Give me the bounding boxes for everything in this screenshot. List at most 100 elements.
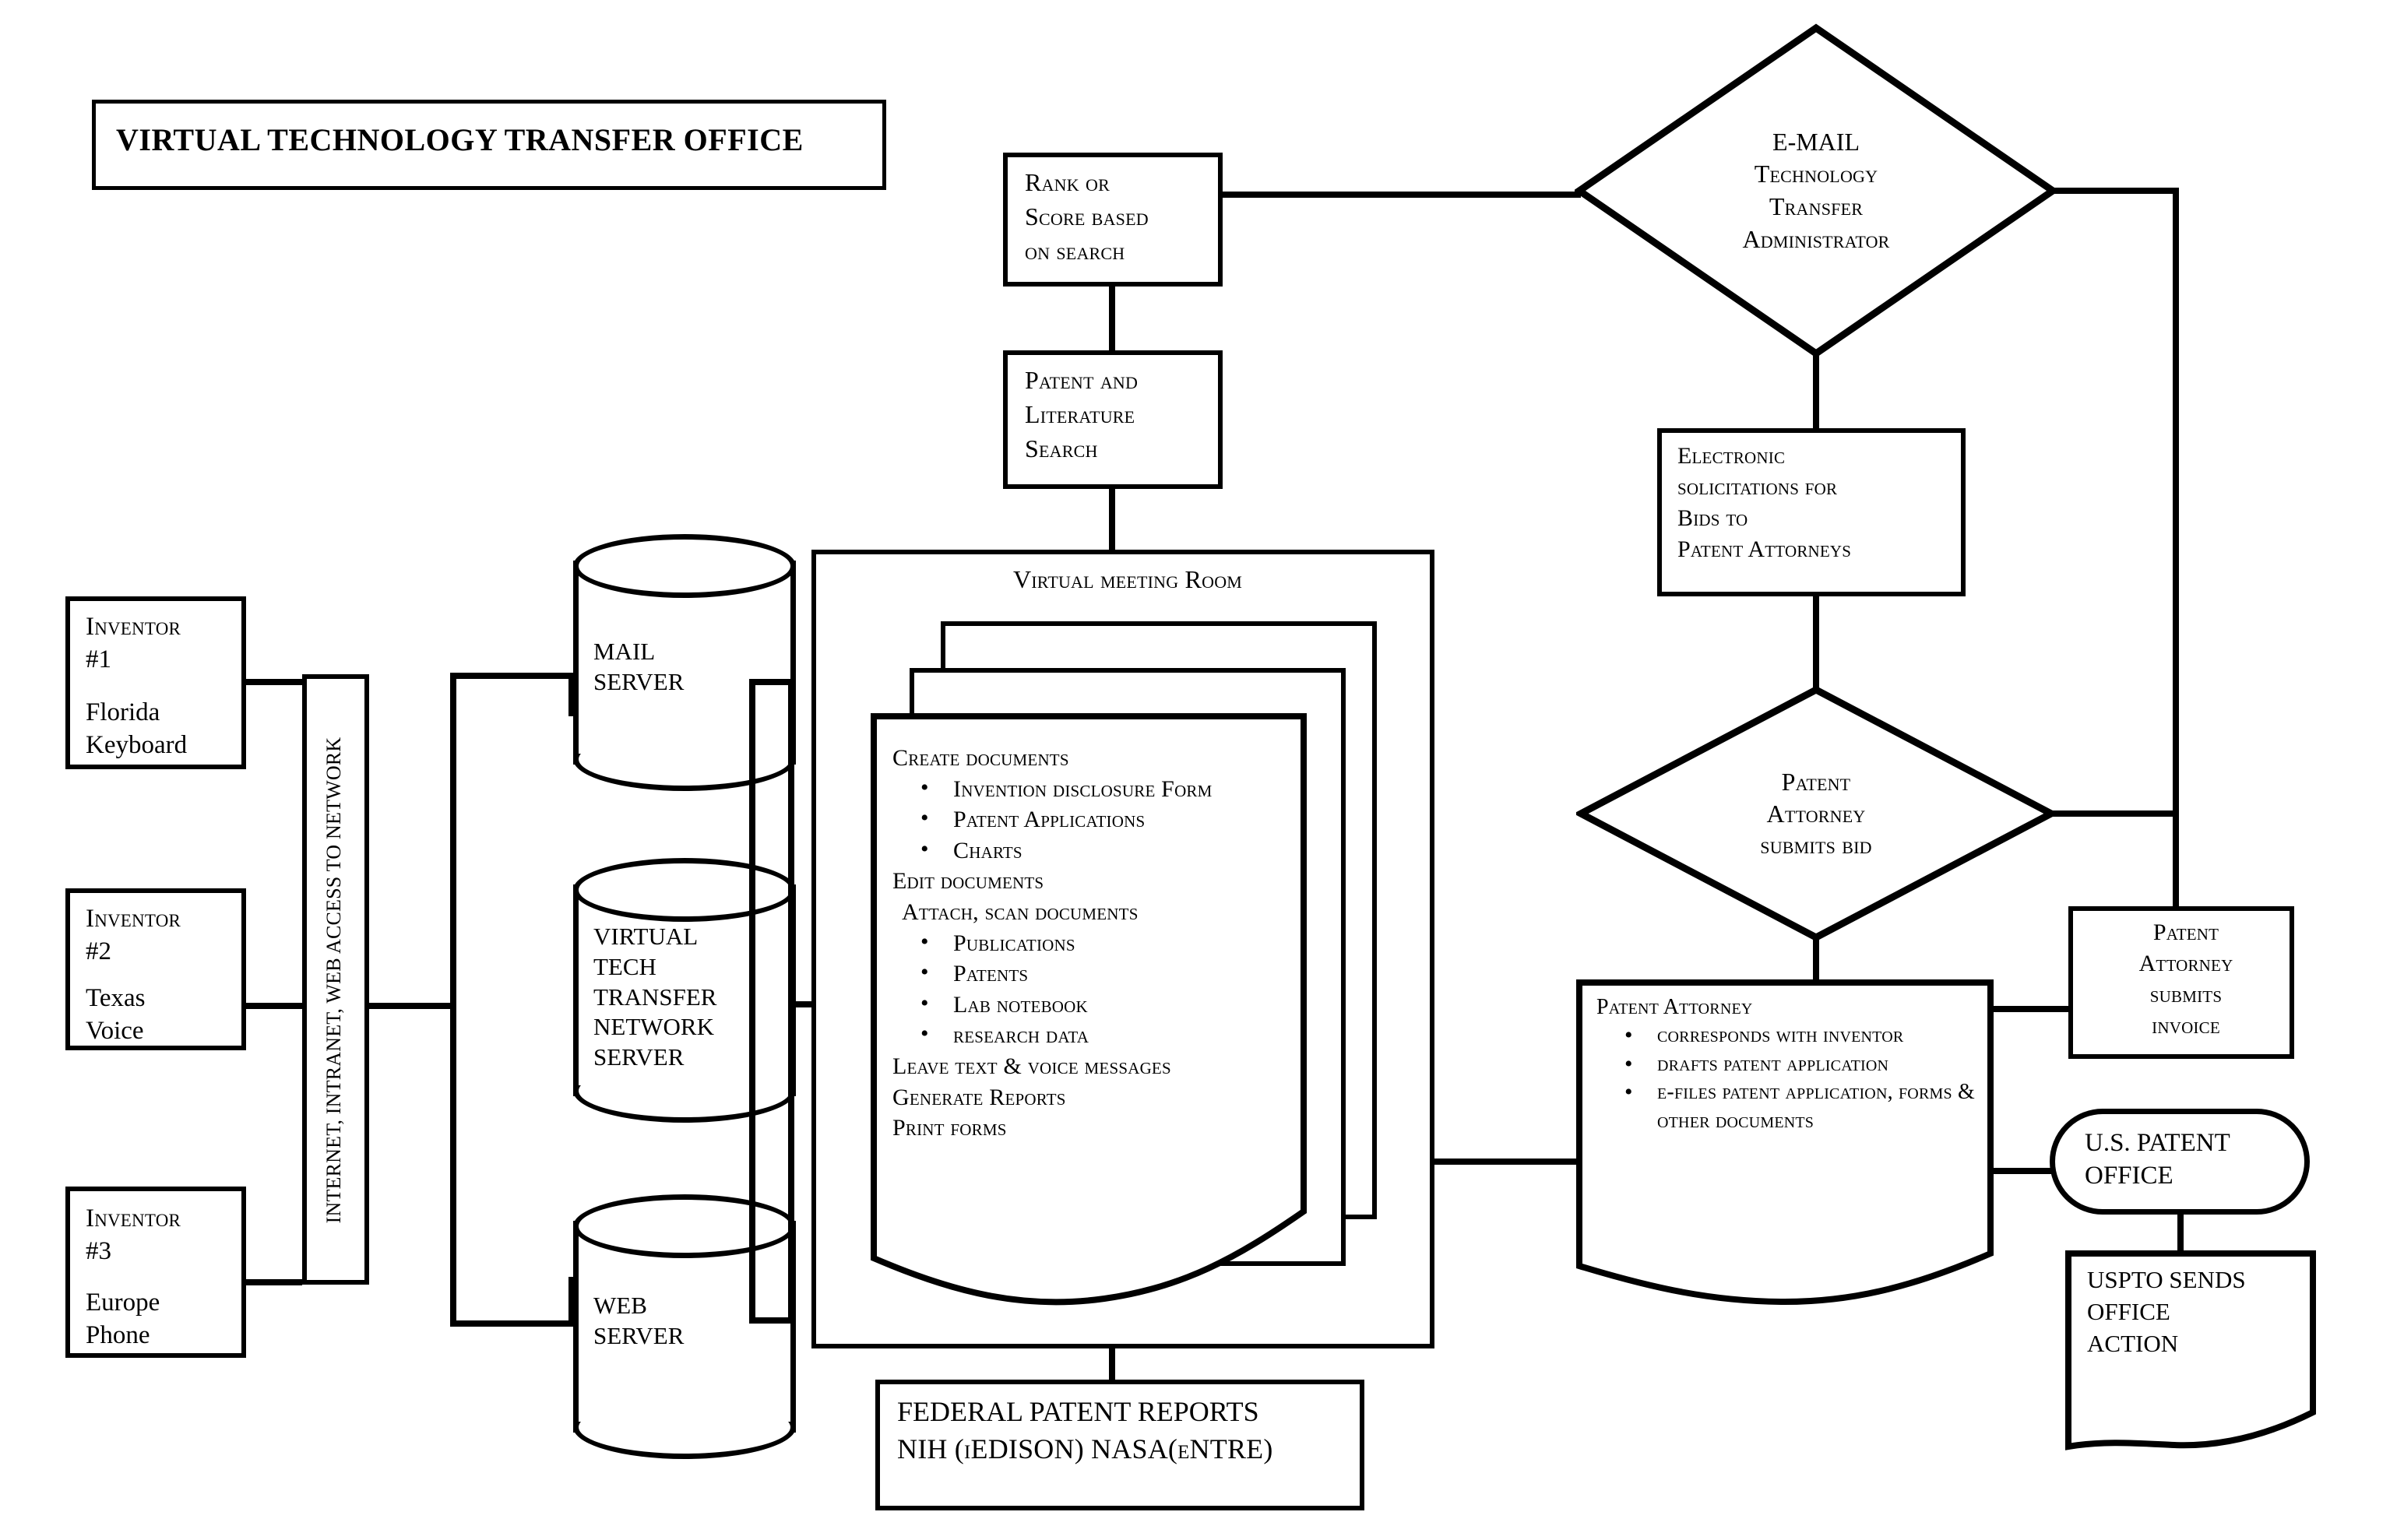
vtt-network-server-cylinder[interactable]: VIRTUAL TECH TRANSFER NETWORK SERVER: [573, 858, 796, 1123]
attorney-doc-list: corresponds with inventor drafts patent …: [1596, 1020, 1975, 1135]
invoice-line3: submits: [2149, 982, 2223, 1007]
email-line4: Administrator: [1742, 224, 1890, 253]
federal-patent-reports-box[interactable]: FEDERAL PATENT REPORTS NIH (iEDISON) NAS…: [875, 1380, 1364, 1510]
inventor-3-location: Europe: [86, 1289, 160, 1317]
diagram-title-box: VIRTUAL TECHNOLOGY TRANSFER OFFICE: [92, 100, 886, 190]
email-line2: Technology: [1754, 160, 1878, 188]
rank-line3: on search: [1025, 237, 1125, 265]
federal-reports-line2: NIH (iEDISON) NASA(eNTRE): [897, 1433, 1273, 1464]
search-line2: Literature: [1025, 400, 1135, 428]
bid-line3: submits bid: [1760, 831, 1872, 860]
uspto-action-line1: USPTO SENDS: [2087, 1266, 2246, 1293]
solicit-line3: Bids to: [1677, 505, 1748, 531]
network-access-bar: INTERNET, INTRANET, WEB ACCESS TO NETWOR…: [302, 674, 369, 1285]
inventor-1-number: #1: [86, 645, 111, 673]
meeting-room-document[interactable]: Create documents Invention disclosure Fo…: [871, 713, 1307, 1320]
server-bus-right-mail-drop: [788, 679, 794, 1004]
connector-solicitations-to-bid: [1813, 596, 1819, 691]
web-server-cylinder[interactable]: WEB SERVER: [573, 1194, 796, 1459]
attorney-invoice-box[interactable]: Patent Attorney submits invoice: [2068, 906, 2294, 1059]
list-item: Invention disclosure Form: [892, 772, 1297, 805]
uspto-action-line2: OFFICE: [2087, 1297, 2170, 1325]
email-diamond-label: E-MAIL Technology Transfer Administrator: [1575, 23, 2057, 358]
meeting-doc-heading-2: Edit documents: [892, 868, 1044, 895]
meeting-doc-create-list: Invention disclosure Form Patent Applica…: [892, 772, 1297, 867]
page-title: VIRTUAL TECHNOLOGY TRANSFER OFFICE: [116, 122, 804, 157]
server-bus-branch-mail: [450, 673, 575, 679]
inventor-3-device: Phone: [86, 1321, 150, 1349]
bid-line1: Patent: [1781, 767, 1851, 796]
web-server-label: WEB SERVER: [593, 1291, 684, 1352]
vtt-server-line5: SERVER: [593, 1043, 685, 1071]
meeting-doc-heading-1: Create documents: [892, 745, 1069, 771]
web-server-line2: SERVER: [593, 1321, 685, 1349]
vtt-server-line2: TECH: [593, 952, 656, 980]
invoice-line4: invoice: [2152, 1013, 2220, 1039]
list-item: e-files patent application, forms & othe…: [1596, 1077, 1975, 1135]
rank-line1: Rank or: [1025, 168, 1110, 196]
web-server-top: [573, 1194, 796, 1258]
inventor-3-number: #3: [86, 1237, 111, 1265]
server-bus-branch-web: [450, 1320, 575, 1327]
vtt-server-line3: TRANSFER: [593, 983, 717, 1011]
connector-inventor3-network: [246, 1279, 302, 1285]
inventor-3-name: Inventor: [86, 1204, 181, 1232]
email-admin-diamond[interactable]: E-MAIL Technology Transfer Administrator: [1575, 23, 2057, 358]
connector-meeting-to-federal: [1109, 1348, 1115, 1381]
list-item: corresponds with inventor: [1596, 1020, 1975, 1050]
meeting-doc-footer-2: Generate Reports: [892, 1084, 1066, 1110]
inventor-box-2[interactable]: Inventor #2 Texas Voice: [65, 888, 246, 1050]
list-item: Patents: [892, 957, 1297, 990]
inventor-2-location: Texas: [86, 984, 146, 1012]
inventor-1-device: Keyboard: [86, 731, 188, 759]
web-server-line1: WEB: [593, 1292, 647, 1319]
meeting-doc-attach-list: Publications Patents Lab notebook resear…: [892, 926, 1297, 1051]
vtt-server-label: VIRTUAL TECH TRANSFER NETWORK SERVER: [593, 922, 716, 1073]
vtt-server-line1: VIRTUAL: [593, 923, 699, 950]
solicit-line4: Patent Attorneys: [1677, 536, 1852, 562]
attorney-doc-heading: Patent Attorney: [1596, 995, 1753, 1019]
connector-inventor2-network: [246, 1003, 302, 1009]
solicit-line1: Electronic: [1677, 443, 1786, 469]
uspto-office-action-doc[interactable]: USPTO SENDS OFFICE ACTION: [2065, 1250, 2316, 1453]
uspto-office-box[interactable]: U.S. PATENT OFFICE: [2050, 1109, 2310, 1215]
inventor-box-3[interactable]: Inventor #3 Europe Phone: [65, 1187, 246, 1358]
vtt-server-top: [573, 858, 796, 922]
email-line3: Transfer: [1769, 192, 1864, 220]
inventor-1-name: Inventor: [86, 613, 181, 641]
uspto-action-content: USPTO SENDS OFFICE ACTION: [2087, 1264, 2307, 1360]
solicit-line2: solicitations for: [1677, 474, 1838, 500]
mail-server-cylinder[interactable]: MAIL SERVER: [573, 534, 796, 791]
connector-uspto-to-action: [2177, 1213, 2184, 1253]
list-item: Lab notebook: [892, 988, 1297, 1021]
rank-score-box[interactable]: Rank or Score based on search: [1003, 153, 1223, 287]
federal-reports-line1: FEDERAL PATENT REPORTS: [897, 1396, 1259, 1427]
invoice-line1: Patent: [2152, 919, 2219, 945]
meeting-doc-content: Create documents Invention disclosure Fo…: [892, 743, 1297, 1144]
connector-rank-to-email: [1223, 192, 1581, 198]
connector-bid-to-right-rail: [2051, 810, 2176, 817]
inventor-2-number: #2: [86, 937, 111, 965]
connector-search-to-meeting-room: [1109, 489, 1115, 551]
list-item: drafts patent application: [1596, 1049, 1975, 1079]
connector-attorney-to-invoice: [1990, 1006, 2078, 1012]
bid-diamond[interactable]: Patent Attorney submits bid: [1576, 685, 2056, 942]
bid-line2: Attorney: [1766, 799, 1866, 828]
mail-server-top: [573, 534, 796, 598]
inventor-1-location: Florida: [86, 698, 160, 726]
connector-bid-to-attorney: [1813, 939, 1819, 983]
inventor-box-1[interactable]: Inventor #1 Florida Keyboard: [65, 596, 246, 769]
invoice-line2: Attorney: [2138, 951, 2233, 976]
vtt-server-line4: NETWORK: [593, 1013, 714, 1041]
uspto-office-line1: U.S. PATENT: [2085, 1129, 2230, 1157]
inventor-2-name: Inventor: [86, 905, 181, 933]
mail-server-line2: SERVER: [593, 667, 685, 695]
patent-literature-search-box[interactable]: Patent and Literature Search: [1003, 350, 1223, 489]
bid-diamond-label: Patent Attorney submits bid: [1576, 685, 2056, 942]
patent-attorney-document[interactable]: Patent Attorney corresponds with invento…: [1576, 979, 1994, 1316]
email-line1: E-MAIL: [1772, 127, 1860, 156]
network-access-label: INTERNET, INTRANET, WEB ACCESS TO NETWOR…: [322, 737, 345, 1224]
meeting-doc-heading-3: Attach, scan documents: [902, 898, 1139, 925]
electronic-solicitations-box[interactable]: Electronic solicitations for Bids to Pat…: [1657, 428, 1966, 596]
server-bus-right-web-riser: [788, 1004, 794, 1324]
